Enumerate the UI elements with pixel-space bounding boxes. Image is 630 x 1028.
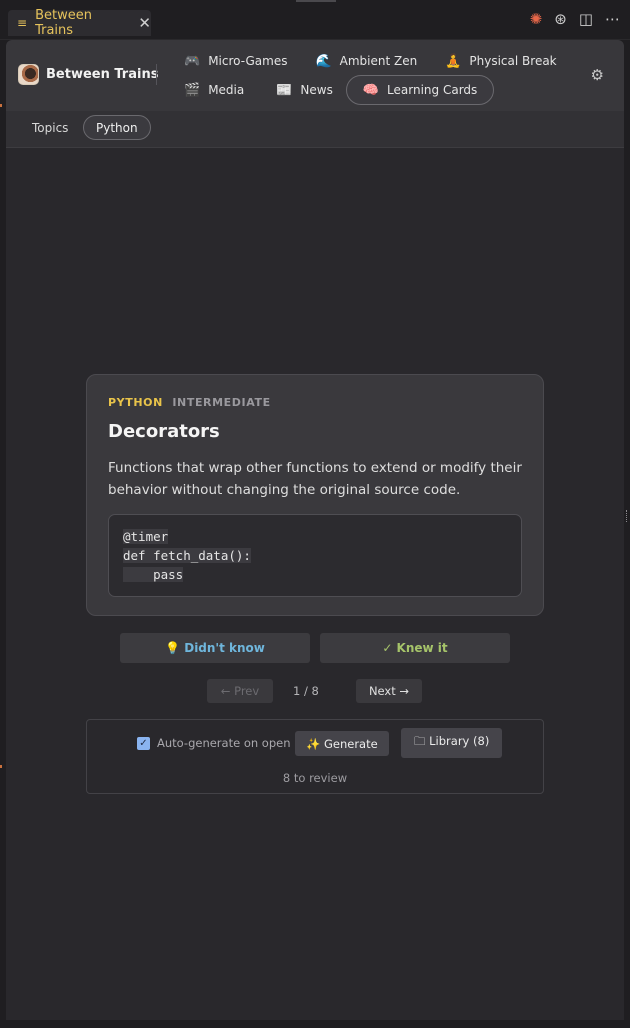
divider (156, 64, 157, 85)
gear-icon[interactable]: ⚙ (591, 66, 604, 84)
generate-button[interactable]: ✨ Generate (295, 731, 389, 756)
card-language: PYTHON (108, 396, 163, 409)
gutter-marker (0, 765, 2, 768)
nav-label: Micro-Games (208, 54, 288, 68)
card-title: Decorators (108, 421, 220, 442)
nav-news[interactable]: 📰 News (265, 75, 344, 105)
page-counter: 1 / 8 (293, 684, 319, 698)
auto-generate-toggle[interactable]: ✓ Auto-generate on open (137, 736, 291, 750)
checkbox-checked[interactable]: ✓ (137, 736, 150, 750)
meditation-icon: 🧘 (445, 53, 462, 69)
code-line: def fetch_data(): (123, 548, 251, 563)
next-button[interactable]: Next → (356, 679, 422, 703)
split-editor-icon[interactable]: ◫ (579, 12, 593, 27)
knew-it-button[interactable]: ✓ Knew it (320, 633, 510, 663)
brain-icon: 🧠 (362, 82, 380, 98)
drag-indicator (296, 0, 336, 2)
nav-label: Physical Break (469, 54, 557, 68)
nav-label: Media (208, 83, 245, 97)
window-actions: ✺ ⊛ ◫ ⋯ (530, 12, 620, 27)
gamepad-icon: 🎮 (184, 53, 201, 69)
app-window: ≡ Between Trains ✕ ✺ ⊛ ◫ ⋯ Between Train… (0, 0, 630, 1028)
nav-row-secondary: 🎬 Media 📰 News 🧠 Learning Cards (173, 75, 495, 105)
code-line: pass (123, 567, 184, 582)
newspaper-icon: 📰 (276, 82, 293, 98)
prev-button[interactable]: ← Prev (207, 679, 273, 703)
tab-strip: ≡ Between Trains ✕ ✺ ⊛ ◫ ⋯ (0, 0, 630, 40)
card-description: Functions that wrap other functions to e… (108, 460, 522, 498)
subtab-topics[interactable]: Topics (20, 115, 80, 140)
gutter-marker (0, 104, 2, 107)
app-header: Between Trains 🎮 Micro-Games 🌊 Ambient Z… (6, 40, 624, 111)
wave-icon: 🌊 (315, 53, 332, 69)
editor-tab[interactable]: ≡ Between Trains ✕ (8, 8, 151, 38)
card-meta: PYTHON INTERMEDIATE (108, 396, 271, 409)
webview-panel: Between Trains 🎮 Micro-Games 🌊 Ambient Z… (6, 40, 624, 1020)
menu-icon: ≡ (17, 16, 28, 30)
code-line: @timer (123, 529, 169, 544)
nav-micro-games[interactable]: 🎮 Micro-Games (173, 46, 298, 76)
nav-label: Learning Cards (387, 83, 478, 97)
code-block: @timer def fetch_data(): pass (108, 514, 522, 597)
review-count: 8 to review (282, 771, 348, 785)
close-icon[interactable]: ✕ (138, 14, 151, 32)
more-actions-icon[interactable]: ⋯ (605, 12, 620, 27)
openai-icon[interactable]: ⊛ (554, 12, 567, 27)
nav-ambient-zen[interactable]: 🌊 Ambient Zen (304, 46, 428, 76)
nav-media[interactable]: 🎬 Media (173, 75, 255, 105)
editor-tab-title: Between Trains (35, 8, 92, 38)
clapperboard-icon: 🎬 (184, 82, 201, 98)
card-pager: ← Prev 1 / 8 Next → (6, 679, 624, 703)
topic-subbar: Topics Python (6, 111, 624, 148)
nav-physical-break[interactable]: 🧘 Physical Break (434, 46, 567, 76)
spark-icon[interactable]: ✺ (530, 12, 543, 27)
auto-generate-label: Auto-generate on open (157, 736, 291, 750)
brand-name: Between Trains (46, 67, 159, 82)
brand-logo (18, 64, 39, 85)
nav-learning-cards[interactable]: 🧠 Learning Cards (345, 75, 495, 105)
brand[interactable]: Between Trains (18, 64, 158, 85)
card-level: INTERMEDIATE (172, 396, 271, 409)
nav-label: Ambient Zen (339, 54, 418, 68)
flash-card: PYTHON INTERMEDIATE Decorators Functions… (86, 374, 544, 616)
didnt-know-button[interactable]: 💡 Didn't know (120, 633, 310, 663)
resize-handle[interactable] (626, 510, 628, 522)
nav-label: News (300, 83, 333, 97)
subtab-python[interactable]: Python (83, 115, 151, 140)
library-button[interactable]: 🗀 Library (8) (401, 728, 503, 758)
nav-row-primary: 🎮 Micro-Games 🌊 Ambient Zen 🧘 Physical B… (173, 46, 568, 76)
generator-panel: ✓ Auto-generate on open ✨ Generate 🗀 Lib… (86, 719, 544, 794)
